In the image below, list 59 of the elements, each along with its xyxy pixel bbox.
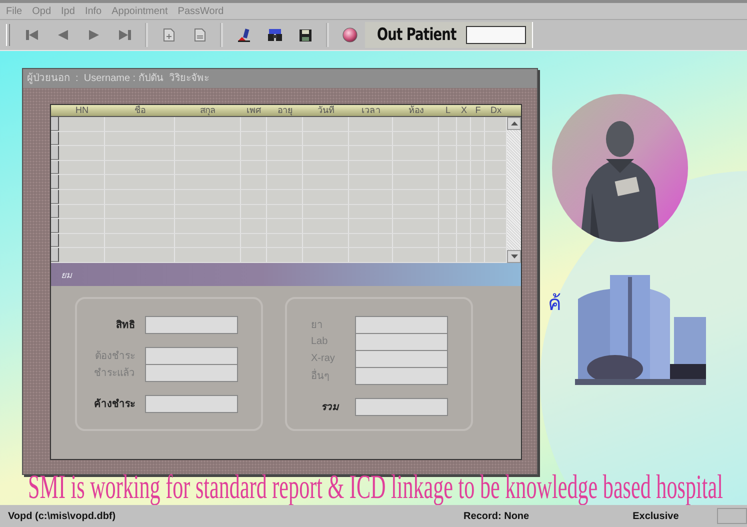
scroll-down-button[interactable] bbox=[507, 250, 521, 263]
status-mode: Exclusive bbox=[632, 510, 680, 522]
down-arrow-icon bbox=[510, 254, 518, 259]
column-header[interactable]: L bbox=[439, 105, 457, 116]
menu-item[interactable]: Appointment bbox=[112, 6, 168, 16]
row-selector[interactable] bbox=[51, 219, 59, 233]
decorative-letter: ค้ bbox=[548, 292, 562, 317]
row-selector[interactable] bbox=[51, 204, 59, 218]
scroll-up-button[interactable] bbox=[507, 117, 521, 130]
column-header[interactable]: สกุล bbox=[175, 105, 241, 116]
input-field[interactable] bbox=[355, 316, 448, 334]
status-panel bbox=[717, 508, 747, 524]
input-field[interactable] bbox=[355, 350, 448, 368]
next-record-icon[interactable] bbox=[86, 29, 100, 41]
section-label: ยม bbox=[61, 268, 72, 282]
up-arrow-icon bbox=[510, 121, 518, 126]
row-selector[interactable] bbox=[51, 248, 59, 262]
window-title: ผู้ป่วยนอก : Username : กัปตัน วิริยะจัพะ bbox=[23, 69, 537, 88]
field-label: ค้างชำระ bbox=[93, 397, 136, 411]
row-selector[interactable] bbox=[51, 175, 59, 189]
menu-item[interactable]: Info bbox=[84, 6, 102, 16]
row-selector[interactable] bbox=[51, 190, 59, 204]
column-header[interactable]: อายุ bbox=[267, 105, 303, 116]
field-label: สิทธิ bbox=[115, 318, 136, 332]
menu-item[interactable]: PassWord bbox=[178, 6, 224, 16]
column-header[interactable]: HN bbox=[59, 105, 105, 116]
mode-field[interactable] bbox=[466, 26, 526, 44]
previous-record-icon[interactable] bbox=[56, 29, 70, 41]
first-record-icon[interactable] bbox=[24, 29, 38, 41]
input-field[interactable] bbox=[145, 316, 238, 334]
input-field[interactable] bbox=[145, 346, 238, 364]
row-selector[interactable] bbox=[51, 132, 59, 146]
column-header[interactable]: ห้อง bbox=[393, 105, 439, 116]
row-selector[interactable] bbox=[51, 146, 59, 160]
mode-label: Out Patient bbox=[377, 25, 456, 45]
menu-item[interactable]: File bbox=[6, 6, 22, 16]
last-record-icon[interactable] bbox=[118, 29, 132, 41]
status-record: Record: None bbox=[464, 510, 530, 522]
column-header[interactable]: F bbox=[471, 105, 485, 116]
row-selector[interactable] bbox=[51, 160, 59, 174]
row-selector[interactable] bbox=[51, 234, 59, 248]
column-header[interactable]: X bbox=[457, 105, 471, 116]
marquee-text: SMI is working for standard report & ICD linkage to be knowledge based hospital bbox=[28, 468, 723, 505]
input-field[interactable] bbox=[355, 398, 448, 416]
input-field[interactable] bbox=[145, 394, 238, 412]
input-field[interactable] bbox=[355, 366, 448, 384]
input-field[interactable] bbox=[145, 364, 238, 382]
status-file: Vopd (c:\mis\vopd.dbf) bbox=[7, 510, 117, 522]
column-header[interactable]: วันที่ bbox=[303, 105, 349, 116]
input-field[interactable] bbox=[355, 332, 448, 350]
column-header[interactable]: ชื่อ bbox=[105, 105, 175, 116]
field-label: รวม bbox=[320, 401, 340, 414]
scrollbar[interactable] bbox=[507, 117, 521, 263]
row-selector[interactable] bbox=[51, 117, 59, 131]
column-header[interactable]: เวลา bbox=[349, 105, 393, 116]
menu-item[interactable]: Ipd bbox=[61, 6, 75, 16]
column-header[interactable]: Dx bbox=[485, 105, 507, 116]
column-header[interactable]: เพศ bbox=[241, 105, 267, 116]
menu-item[interactable]: Opd bbox=[32, 6, 52, 16]
